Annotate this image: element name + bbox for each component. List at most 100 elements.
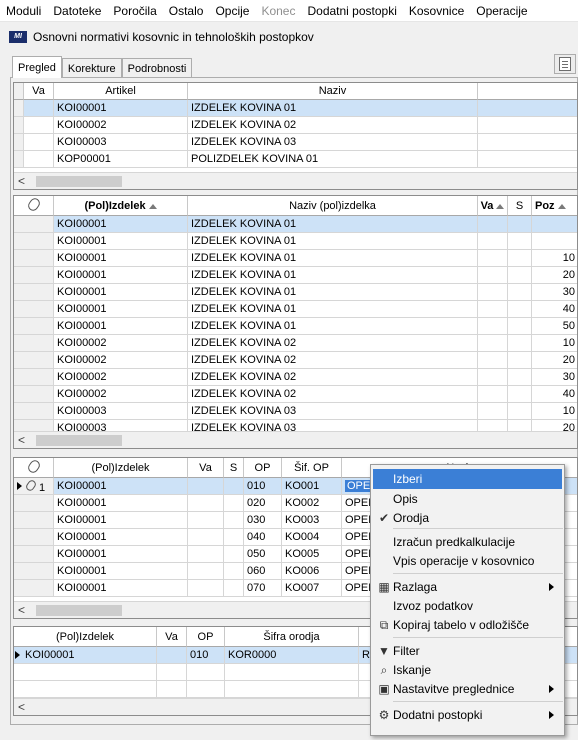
table-row[interactable]: KOI00002 IZDELEK KOVINA 02 30 — [14, 369, 577, 386]
col-header-poz[interactable]: Poz — [532, 196, 577, 216]
scroll-left-icon[interactable]: < — [18, 699, 25, 715]
menu-item-vpis-operacije-v-kosovnico[interactable]: Vpis operacije v kosovnico — [373, 551, 562, 571]
semiproducts-grid-hscroll[interactable]: < — [14, 431, 577, 448]
menu-item-izvoz-podatkov[interactable]: Izvoz podatkov — [373, 596, 562, 616]
col-header-s[interactable]: S — [224, 458, 244, 478]
menu-item-orodja[interactable]: ✔ Orodja — [373, 508, 562, 528]
tab-korekture[interactable]: Korekture — [61, 58, 122, 78]
menu-item-dodatni-postopki[interactable]: ⚙ Dodatni postopki — [373, 705, 562, 725]
row-indicator[interactable] — [14, 134, 24, 151]
row-indicator[interactable] — [14, 529, 54, 546]
row-indicator[interactable] — [14, 495, 54, 512]
table-row[interactable]: KOI00002 IZDELEK KOVINA 02 20 — [14, 352, 577, 369]
col-header-va[interactable]: Va — [157, 627, 187, 647]
col-header-artikel[interactable]: Artikel — [54, 83, 188, 100]
cell-op: 070 — [244, 580, 282, 597]
row-indicator[interactable] — [14, 580, 54, 597]
articles-grid-hscroll[interactable]: < — [14, 172, 577, 189]
col-header-op[interactable]: OP — [187, 627, 225, 647]
menu-item-filter[interactable]: ▼ Filter — [373, 641, 562, 661]
row-indicator[interactable] — [14, 512, 54, 529]
col-header-naziv[interactable]: Naziv — [188, 83, 478, 100]
col-header-naziv-polizdelka[interactable]: Naziv (pol)izdelka — [188, 196, 478, 216]
col-header-sifra-orodja[interactable]: Šifra orodja — [225, 627, 359, 647]
row-indicator[interactable] — [14, 151, 24, 168]
table-row[interactable]: KOI00001 IZDELEK KOVINA 01 40 — [14, 301, 577, 318]
row-indicator[interactable]: 1 — [14, 478, 54, 495]
menu-moduli[interactable]: Moduli — [0, 0, 47, 22]
cell-s — [508, 216, 532, 233]
table-row[interactable]: KOI00001 IZDELEK KOVINA 01 10 — [14, 250, 577, 267]
menu-opcije[interactable]: Opcije — [209, 0, 255, 22]
table-row[interactable]: KOI00001 IZDELEK KOVINA 01 — [14, 233, 577, 250]
cell-empty — [187, 681, 225, 698]
col-header-s[interactable]: S — [508, 196, 532, 216]
menu-item-razlaga[interactable]: ▦ Razlaga — [373, 577, 562, 597]
menu-item-kopiraj-tabelo-v-odlozisce[interactable]: ⧉ Kopiraj tabelo v odložišče — [373, 615, 562, 635]
col-header-va[interactable]: Va — [188, 458, 224, 478]
attachment-col-header[interactable] — [14, 458, 54, 478]
menu-datoteke[interactable]: Datoteke — [47, 0, 107, 22]
menu-dodatni-postopki[interactable]: Dodatni postopki — [301, 0, 402, 22]
attachment-col-header[interactable] — [14, 196, 54, 216]
cell-va — [188, 529, 224, 546]
menu-item-nastavitve-preglednice[interactable]: ▣ Nastavitve preglednice — [373, 679, 562, 699]
table-row[interactable]: KOI00001 IZDELEK KOVINA 01 — [14, 100, 577, 117]
row-indicator[interactable] — [14, 250, 54, 267]
row-indicator[interactable] — [14, 267, 54, 284]
table-row[interactable]: KOP00001 POLIZDELEK KOVINA 01 — [14, 151, 577, 168]
cell-va — [478, 250, 508, 267]
menu-ostalo[interactable]: Ostalo — [163, 0, 210, 22]
scroll-left-icon[interactable]: < — [18, 432, 25, 448]
table-row[interactable]: KOI00002 IZDELEK KOVINA 02 — [14, 117, 577, 134]
row-indicator[interactable] — [14, 386, 54, 403]
table-row[interactable]: KOI00003 IZDELEK KOVINA 03 — [14, 134, 577, 151]
menu-kosovnice[interactable]: Kosovnice — [403, 0, 470, 22]
col-header-polizdelek[interactable]: (Pol)Izdelek — [54, 458, 188, 478]
col-header-op[interactable]: OP — [244, 458, 282, 478]
row-indicator[interactable] — [14, 216, 54, 233]
menu-item-label: Izberi — [393, 472, 423, 486]
table-row[interactable]: KOI00001 IZDELEK KOVINA 01 50 — [14, 318, 577, 335]
row-indicator[interactable] — [14, 233, 54, 250]
table-row[interactable]: KOI00003 IZDELEK KOVINA 03 10 — [14, 403, 577, 420]
col-header-polizdelek[interactable]: (Pol)Izdelek — [54, 196, 188, 216]
row-indicator[interactable] — [14, 117, 24, 134]
row-indicator[interactable] — [14, 369, 54, 386]
table-row[interactable]: KOI00002 IZDELEK KOVINA 02 40 — [14, 386, 577, 403]
scroll-thumb[interactable] — [36, 435, 122, 446]
row-indicator[interactable] — [14, 335, 54, 352]
semiproducts-grid[interactable]: (Pol)Izdelek Naziv (pol)izdelka Va S Poz… — [13, 195, 578, 449]
scroll-left-icon[interactable]: < — [18, 602, 25, 618]
notes-button[interactable] — [554, 54, 576, 74]
col-header-sif-op[interactable]: Šif. OP — [282, 458, 342, 478]
tab-pregled[interactable]: Pregled — [12, 56, 62, 78]
menu-porocila[interactable]: Poročila — [107, 0, 162, 22]
row-indicator[interactable] — [14, 100, 24, 117]
col-header-va[interactable]: Va — [478, 196, 508, 216]
col-header-va[interactable]: Va — [24, 83, 54, 100]
menu-operacije[interactable]: Operacije — [470, 0, 533, 22]
scroll-thumb[interactable] — [36, 605, 122, 616]
scroll-thumb[interactable] — [36, 176, 122, 187]
row-indicator[interactable] — [14, 301, 54, 318]
row-indicator[interactable] — [14, 403, 54, 420]
scroll-left-icon[interactable]: < — [18, 173, 25, 189]
menu-item-opis[interactable]: Opis — [373, 489, 562, 509]
col-header-polizdelek[interactable]: (Pol)Izdelek — [14, 627, 157, 647]
table-row[interactable]: KOI00001 IZDELEK KOVINA 01 30 — [14, 284, 577, 301]
table-row[interactable]: KOI00001 IZDELEK KOVINA 01 — [14, 216, 577, 233]
menu-item-izberi[interactable]: Izberi — [373, 469, 562, 489]
menu-item-izracun-predkalkulacije[interactable]: Izračun predkalkulacije — [373, 532, 562, 552]
articles-grid[interactable]: Va Artikel Naziv KOI00001 IZDELEK KOVINA … — [13, 82, 578, 190]
row-indicator[interactable] — [14, 318, 54, 335]
row-indicator[interactable] — [14, 352, 54, 369]
row-indicator[interactable] — [14, 284, 54, 301]
menu-item-iskanje[interactable]: ⌕ Iskanje — [373, 660, 562, 680]
table-row[interactable]: KOI00002 IZDELEK KOVINA 02 10 — [14, 335, 577, 352]
table-row[interactable]: KOI00001 IZDELEK KOVINA 01 20 — [14, 267, 577, 284]
menu-konec[interactable]: Konec — [255, 0, 301, 22]
row-indicator[interactable] — [14, 563, 54, 580]
tab-podrobnosti[interactable]: Podrobnosti — [121, 58, 193, 78]
row-indicator[interactable] — [14, 546, 54, 563]
